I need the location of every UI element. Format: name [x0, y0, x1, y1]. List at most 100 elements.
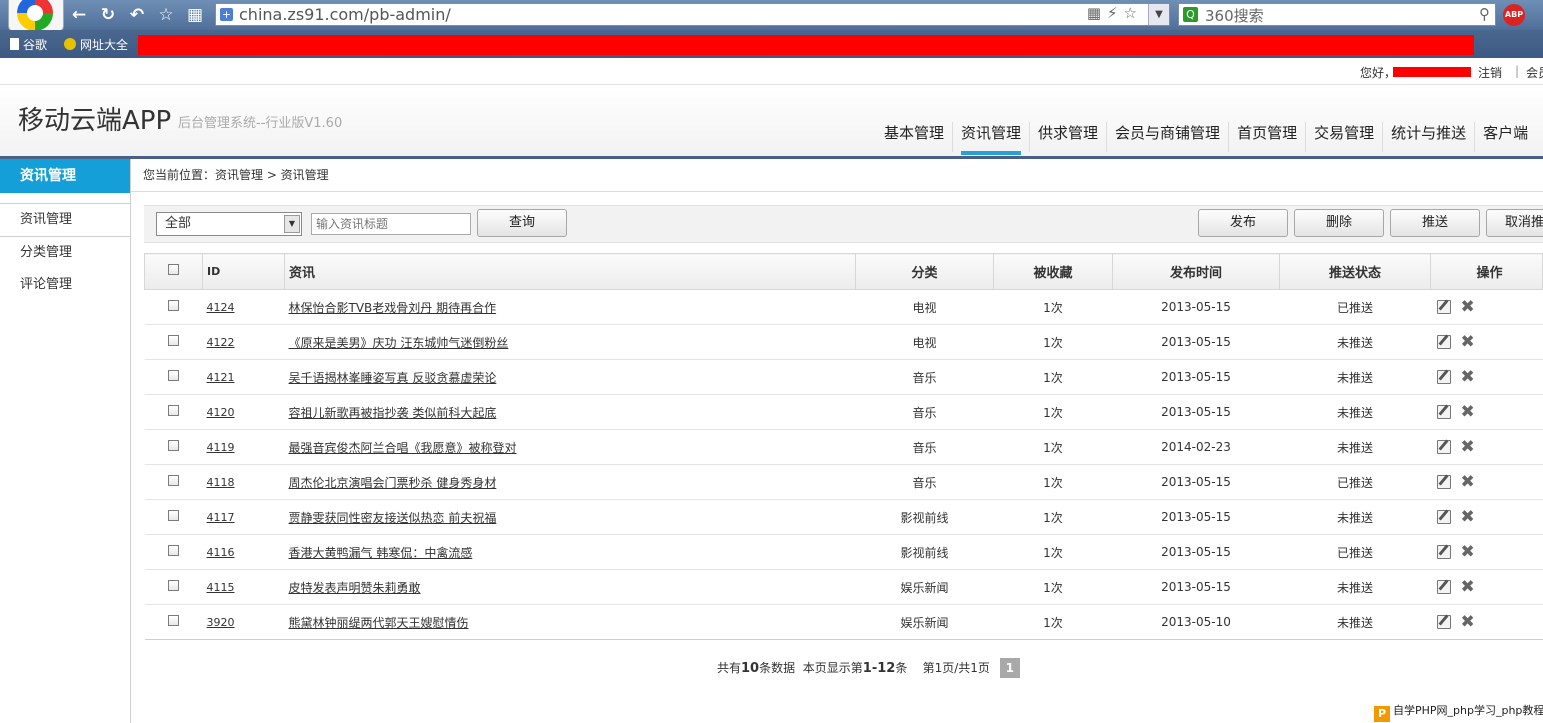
select-all-checkbox[interactable]	[168, 264, 179, 275]
address-tools-icon[interactable]: ▦⚡☆	[1087, 4, 1143, 22]
browser-search-bar[interactable]: Q 360搜索 ⚲	[1178, 3, 1496, 26]
edit-icon[interactable]	[1436, 299, 1451, 314]
delete-icon[interactable]: ✖	[1461, 613, 1475, 630]
row-title-link[interactable]: 皮特发表声明赞朱莉勇敢	[289, 581, 421, 595]
nav-basic[interactable]: 基本管理	[876, 122, 952, 152]
address-dropdown-icon[interactable]: ▼	[1148, 4, 1169, 25]
publish-button[interactable]: 发布	[1198, 209, 1288, 237]
row-id-link[interactable]: 4121	[207, 371, 235, 384]
row-checkbox[interactable]	[168, 510, 179, 521]
apps-grid-icon[interactable]: ▦	[184, 4, 206, 26]
nav-transactions[interactable]: 交易管理	[1305, 122, 1382, 152]
delete-icon[interactable]: ✖	[1461, 438, 1475, 455]
edit-icon[interactable]	[1436, 474, 1451, 489]
nav-stats-push[interactable]: 统计与推送	[1382, 122, 1474, 152]
sidebar-item-comments[interactable]: 评论管理	[0, 269, 130, 301]
row-id-cell: 3920	[202, 604, 285, 640]
pager-shown-prefix: 本页显示第	[802, 661, 863, 675]
delete-button[interactable]: 删除	[1294, 209, 1384, 237]
row-checkbox[interactable]	[168, 370, 179, 381]
row-id-cell: 4121	[202, 359, 285, 395]
row-id-link[interactable]: 4118	[207, 476, 235, 489]
delete-icon[interactable]: ✖	[1461, 578, 1475, 595]
row-checkbox[interactable]	[168, 300, 179, 311]
news-title-search-input[interactable]	[311, 213, 471, 235]
row-checkbox[interactable]	[168, 475, 179, 486]
edit-icon[interactable]	[1436, 509, 1451, 524]
row-title-link[interactable]: 贾静雯获同性密友接送似热恋 前夫祝福	[289, 511, 497, 525]
favorite-star-icon[interactable]: ☆	[155, 4, 177, 26]
row-publish-date: 2013-05-15	[1112, 324, 1280, 360]
delete-icon[interactable]: ✖	[1461, 403, 1475, 420]
query-button[interactable]: 查询	[477, 209, 567, 237]
row-id-link[interactable]: 4117	[207, 511, 235, 524]
browser-search-input[interactable]: 360搜索	[1205, 5, 1264, 26]
row-id-link[interactable]: 4120	[207, 406, 235, 419]
row-id-link[interactable]: 4122	[207, 336, 235, 349]
page-number-button[interactable]: 1	[999, 658, 1020, 678]
row-id-link[interactable]: 3920	[207, 616, 235, 629]
row-checkbox[interactable]	[168, 580, 179, 591]
header-id[interactable]: ID	[202, 253, 285, 290]
category-select[interactable]: 全部 ▼	[156, 212, 302, 236]
row-id-link[interactable]: 4119	[207, 441, 235, 454]
search-engine-icon[interactable]: Q	[1183, 7, 1198, 22]
delete-icon[interactable]: ✖	[1461, 543, 1475, 560]
row-checkbox[interactable]	[168, 335, 179, 346]
row-title-link[interactable]: 容祖儿新歌再被指抄袭 类似前科大起底	[289, 406, 497, 420]
row-title-link[interactable]: 周杰伦北京演唱会门票秒杀 健身秀身材	[289, 476, 497, 490]
watermark-text: 自学PHP网_php学习_php教程	[1393, 704, 1543, 717]
refresh-icon[interactable]: ↻	[97, 4, 119, 26]
row-id-link[interactable]: 4124	[207, 301, 235, 314]
row-title-link[interactable]: 香港大黄鸭漏气 韩寒侃：中禽流感	[289, 546, 473, 560]
bookmark-url-directory[interactable]: 网址大全	[64, 36, 128, 53]
edit-icon[interactable]	[1436, 579, 1451, 594]
row-checkbox[interactable]	[168, 545, 179, 556]
row-title-link[interactable]: 熊黛林钟丽缇两代郭天王嫂慰情伤	[289, 616, 469, 630]
search-icon[interactable]: ⚲	[1479, 5, 1490, 23]
delete-icon[interactable]: ✖	[1461, 368, 1475, 385]
edit-icon[interactable]	[1436, 369, 1451, 384]
row-title-link[interactable]: 最强音宾俊杰阿兰合唱《我愿意》被称登对	[289, 441, 517, 455]
delete-icon[interactable]: ✖	[1461, 508, 1475, 525]
row-push-status: 未推送	[1279, 429, 1431, 465]
row-checkbox[interactable]	[168, 440, 179, 451]
nav-homepage[interactable]: 首页管理	[1228, 122, 1305, 152]
delete-icon[interactable]: ✖	[1461, 333, 1475, 350]
row-title-link[interactable]: 林保怡合影TVB老戏骨刘丹 期待再合作	[289, 301, 497, 315]
row-checkbox[interactable]	[168, 405, 179, 416]
address-url[interactable]: china.zs91.com/pb-admin/	[239, 5, 451, 24]
nav-supply[interactable]: 供求管理	[1029, 122, 1106, 152]
logout-link[interactable]: 注销	[1478, 64, 1502, 81]
row-title-link[interactable]: 《原来是美男》庆功 汪东城帅气迷倒粉丝	[289, 336, 509, 350]
row-checkbox[interactable]	[168, 615, 179, 626]
edit-icon[interactable]	[1436, 404, 1451, 419]
browser-logo-icon[interactable]	[8, 0, 64, 32]
edit-icon[interactable]	[1436, 614, 1451, 629]
username-redaction	[1393, 67, 1471, 77]
adblock-icon[interactable]: ABP	[1503, 4, 1525, 26]
list-toolbar: 全部 ▼ 查询 发布 删除 推送 取消推送	[144, 205, 1543, 243]
delete-icon[interactable]: ✖	[1461, 473, 1475, 490]
row-id-link[interactable]: 4116	[207, 546, 235, 559]
pager-shown-range: 1-12	[862, 661, 896, 676]
push-button[interactable]: 推送	[1390, 209, 1480, 237]
chevron-down-icon[interactable]: ▼	[284, 215, 300, 233]
nav-news[interactable]: 资讯管理	[952, 122, 1029, 155]
address-bar[interactable]: + china.zs91.com/pb-admin/ ▦⚡☆ ▼	[215, 3, 1170, 26]
row-id-link[interactable]: 4115	[207, 581, 235, 594]
member-link[interactable]: 会员	[1526, 64, 1543, 81]
delete-icon[interactable]: ✖	[1461, 298, 1475, 315]
back-icon[interactable]: ←	[68, 4, 90, 26]
cancel-push-button[interactable]: 取消推送	[1486, 209, 1543, 237]
bookmark-google[interactable]: 谷歌	[10, 36, 47, 53]
edit-icon[interactable]	[1436, 439, 1451, 454]
edit-icon[interactable]	[1436, 334, 1451, 349]
sidebar-item-categories[interactable]: 分类管理	[0, 237, 130, 269]
edit-icon[interactable]	[1436, 544, 1451, 559]
nav-members-shops[interactable]: 会员与商铺管理	[1106, 122, 1228, 152]
undo-icon[interactable]: ↶	[126, 4, 148, 26]
nav-client[interactable]: 客户端	[1474, 122, 1536, 152]
row-title-link[interactable]: 吴千语揭林峯睡姿写真 反驳贪慕虚荣论	[289, 371, 497, 385]
sidebar-item-news[interactable]: 资讯管理	[0, 204, 130, 237]
